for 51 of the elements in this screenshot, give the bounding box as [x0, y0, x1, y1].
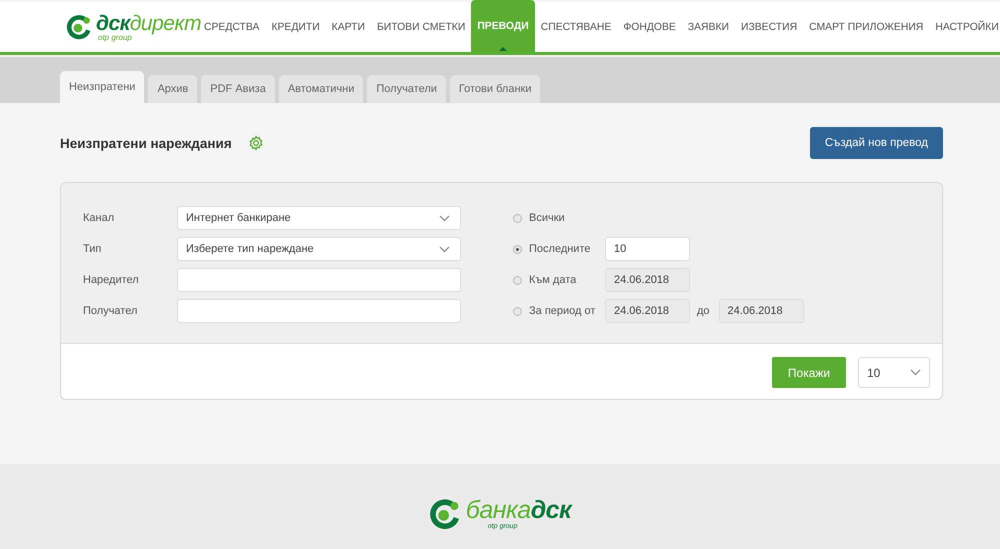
field-label: Наредител: [83, 274, 140, 286]
sub-tab[interactable]: PDF Авиза: [201, 75, 275, 103]
page-title: Неизпратени нареждания: [60, 136, 232, 150]
logo-icon: [428, 498, 461, 530]
radio-button[interactable]: [513, 276, 522, 284]
input-field[interactable]: [177, 268, 461, 292]
logo-text: банка: [466, 498, 531, 523]
select-field[interactable]: Интернет банкиране: [177, 206, 461, 230]
radio-button[interactable]: [513, 306, 522, 316]
nav-item[interactable]: ИЗВЕСТИЯ: [735, 2, 804, 52]
create-transfer-button[interactable]: Създай нов превод: [810, 127, 943, 159]
input-field[interactable]: 10: [605, 237, 690, 261]
caret-icon: [499, 47, 508, 51]
radio-label: Последните: [529, 243, 592, 255]
field-label: до: [697, 305, 710, 317]
nav-item[interactable]: КАРТИ: [326, 2, 371, 52]
nav-item[interactable]: БИТОВИ СМЕТКИ: [370, 2, 472, 52]
input-field[interactable]: 24.06.2018: [718, 299, 804, 323]
nav-item[interactable]: КРЕДИТИ: [265, 2, 326, 52]
logo-text: дск: [96, 12, 130, 34]
settings-icon[interactable]: [248, 135, 264, 151]
input-field[interactable]: 24.06.2018: [605, 299, 690, 323]
nav-item[interactable]: НАСТРОЙКИ: [929, 2, 1000, 52]
nav-item[interactable]: ЗАЯВКИ: [682, 2, 735, 52]
logo-tagline: otp group: [98, 34, 132, 42]
sub-tab[interactable]: Готови бланки: [450, 75, 540, 103]
page-size-select[interactable]: 10: [858, 357, 930, 388]
field-label: Получател: [83, 305, 138, 317]
input-field[interactable]: 24.06.2018: [605, 268, 690, 292]
logo-text: директ: [130, 12, 202, 34]
radio-label: Всички: [529, 212, 566, 224]
chevron-down-icon: [439, 214, 450, 222]
logo-icon: [66, 14, 92, 40]
nav-item[interactable]: СМАРТ ПРИЛОЖЕНИЯ: [803, 2, 930, 52]
field-label: Канал: [83, 212, 116, 224]
nav-item[interactable]: СПЕСТЯВАНЕ: [534, 2, 618, 52]
sub-tab[interactable]: Автоматични: [278, 75, 364, 103]
radio-label: За период от: [529, 305, 596, 317]
sub-tab[interactable]: Архив: [148, 75, 198, 103]
radio-label: Към дата: [529, 274, 578, 286]
radio-button[interactable]: [513, 214, 522, 222]
nav-item[interactable]: ФОНДОВЕ: [617, 2, 682, 52]
select-field[interactable]: Изберете тип нареждане: [177, 237, 461, 261]
chevron-down-icon: [439, 246, 450, 252]
logo-text: дск: [530, 498, 572, 523]
sub-tab[interactable]: Неизпратени: [60, 71, 144, 103]
field-label: Тип: [83, 243, 102, 255]
radio-button[interactable]: [513, 244, 522, 254]
chevron-down-icon: [910, 369, 921, 376]
sub-tab[interactable]: Получатели: [367, 75, 446, 103]
input-field[interactable]: [177, 299, 461, 323]
